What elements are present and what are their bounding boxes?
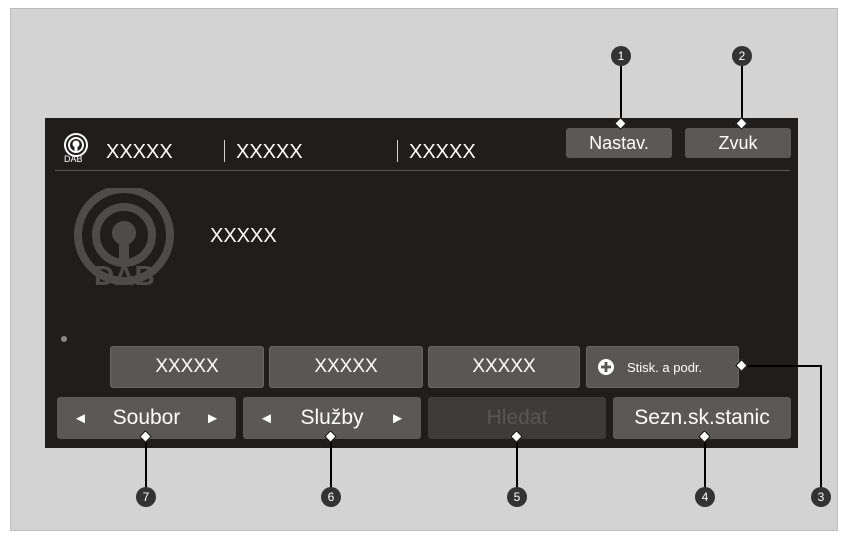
callout-line-3	[820, 365, 822, 488]
arrow-right-icon: ►	[390, 409, 405, 427]
callout-line-3	[744, 365, 822, 367]
preset-button-2[interactable]: XXXXX	[269, 346, 423, 388]
topbar-separator	[397, 140, 398, 162]
callout-badge-3: 3	[811, 487, 831, 507]
callout-line-4	[704, 437, 706, 488]
sound-button[interactable]: Zvuk	[685, 128, 791, 158]
topbar-field-2: XXXXX	[236, 141, 303, 163]
preset-add-label: Stisk. a podr.	[627, 359, 703, 375]
dab-badge-text: DAB	[64, 154, 83, 164]
services-button-label: Služby	[300, 406, 364, 429]
callout-line-1	[620, 66, 622, 124]
callout-badge-7: 7	[136, 487, 156, 507]
arrow-left-icon: ◄	[73, 409, 88, 427]
page-indicator-dot	[61, 336, 67, 342]
arrow-left-icon: ◄	[259, 409, 274, 427]
topbar-divider	[55, 170, 790, 171]
callout-badge-2: 2	[732, 46, 752, 66]
callout-badge-1: 1	[611, 46, 631, 66]
topbar-separator	[224, 140, 225, 162]
preset-button-3[interactable]: XXXXX	[428, 346, 580, 388]
preset-button-4[interactable]: Stisk. a podr.	[586, 346, 739, 388]
plus-circle-icon	[598, 359, 614, 375]
callout-badge-4: 4	[695, 487, 715, 507]
settings-button[interactable]: Nastav.	[566, 128, 672, 158]
file-button-label: Soubor	[112, 406, 181, 429]
preset-button-1[interactable]: XXXXX	[110, 346, 264, 388]
dab-logo-text: DAB	[94, 260, 155, 291]
topbar-field-1: XXXXX	[106, 141, 173, 163]
station-name: XXXXX	[210, 225, 277, 247]
callout-badge-6: 6	[321, 487, 341, 507]
arrow-right-icon: ►	[205, 409, 220, 427]
topbar-field-3: XXXXX	[409, 141, 476, 163]
callout-line-7	[145, 437, 147, 488]
callout-line-6	[330, 437, 332, 488]
callout-line-5	[516, 437, 518, 488]
callout-line-2	[741, 66, 743, 124]
callout-badge-5: 5	[507, 487, 527, 507]
